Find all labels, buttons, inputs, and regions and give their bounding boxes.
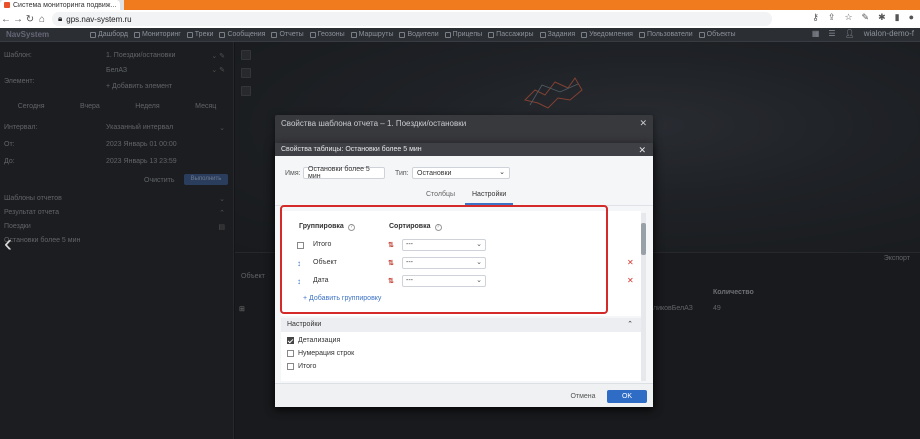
nav-item[interactable]: Прицепы [444,31,483,38]
name-label: Имя: [285,170,301,177]
nav-icon [90,31,96,38]
main-nav: Дашборд Мониторинг Треки Сообщения Отчеты Гео… [90,31,742,38]
setting-row[interactable]: Нумерация строк [287,350,354,357]
setting-row[interactable]: Итого [287,363,316,370]
nav-icon [444,31,451,38]
nav-item-label: Водители [407,31,439,38]
settings-header-label: Настройки [287,321,322,328]
back-icon[interactable]: ← [0,14,12,25]
tab-settings[interactable]: Настройки [472,191,506,198]
grouping-highlight-box [280,205,608,314]
nav-item[interactable]: Мониторинг [133,31,181,38]
dialog-title: Свойства таблицы: Остановки более 5 мин [275,143,653,156]
url-text: gps.nav-system.ru [66,14,132,24]
cancel-button[interactable]: Отмена [563,390,603,403]
chevron-left-icon[interactable]: ‹ [4,230,12,258]
close-icon[interactable]: ✕ [639,118,647,129]
nav-item-label: Треки [194,31,214,38]
outer-dialog-title: Свойства шаблона отчета – 1. Поездки/ост… [281,118,467,128]
setting-row[interactable]: Детализация [287,337,340,344]
nav-icon [219,31,226,38]
nav-item[interactable]: Пользователи [638,31,693,38]
username[interactable]: wialon-demo-f [864,29,914,38]
setting-checkbox[interactable] [287,337,294,344]
key-icon[interactable]: ⚷ [812,12,819,23]
nav-item-label: Объекты [706,31,736,38]
nav-item[interactable]: Объекты [698,31,736,38]
share-icon[interactable]: ⇪ [828,12,836,23]
nav-item-label: Уведомления [589,31,633,38]
nav-item-label: Мониторинг [141,31,181,38]
nav-icon [539,31,546,38]
nav-item[interactable]: Сообщения [219,31,265,38]
setting-label: Итого [298,363,317,370]
nav-item[interactable]: Отчеты [271,31,304,38]
nav-item-label: Дашборд [98,31,128,38]
nav-item-label: Пассажиры [496,31,534,38]
setting-checkbox[interactable] [287,363,294,370]
app-toolbar: NavSystem Дашборд Мониторинг Треки Сообщени… [0,28,920,42]
name-input[interactable]: Остановки более 5 мин [303,166,385,180]
nav-icon [186,31,193,38]
nav-item-label: Сообщения [227,31,266,38]
type-value: Остановки [417,169,452,177]
home-icon[interactable]: ⌂ [36,14,48,25]
nav-item-label: Пользователи [646,31,693,38]
nav-item-label: Задания [547,31,576,38]
browser-tab-strip [124,0,920,10]
nav-icon [271,31,278,38]
tab-columns[interactable]: Столбцы [426,191,455,198]
chevron-up-icon[interactable]: ⌃ [627,318,633,332]
settings-header[interactable]: Настройки ⌃ [281,318,641,332]
nav-item[interactable]: Задания [539,31,576,38]
ok-button[interactable]: OK [607,390,647,403]
nav-item[interactable]: Треки [186,31,214,38]
nav-icon [698,31,705,38]
setting-label: Нумерация строк [298,350,355,357]
tab-title: Система мониторинга подвиж... [13,1,117,9]
nav-icon [309,31,316,38]
nav-item-label: Геозоны [317,31,345,38]
nav-icon [133,31,140,38]
nav-item-label: Маршруты [358,31,394,38]
nav-icon [399,31,406,38]
nav-icon [581,31,588,38]
close-icon[interactable]: ✕ [638,145,646,156]
nav-item-label: Прицепы [452,31,483,38]
star-icon[interactable]: ☆ [844,12,852,23]
nav-item[interactable]: Пассажиры [488,31,534,38]
nav-item[interactable]: Маршруты [350,31,394,38]
scrollbar-thumb[interactable] [641,223,646,255]
chevron-down-icon: ⌄ [499,169,505,176]
delete-icon[interactable]: ✕ [627,276,634,285]
puzzle-icon[interactable]: ✱ [878,12,886,23]
favicon-icon [4,2,10,8]
nav-icon [488,31,495,38]
reload-icon[interactable]: ↻ [24,14,36,25]
app-logo: NavSystem [6,30,50,39]
browser-tab[interactable]: Система мониторинга подвиж... [0,0,120,10]
delete-icon[interactable]: ✕ [627,258,634,267]
nav-item[interactable]: Водители [399,31,439,38]
type-select[interactable]: Остановки ⌄ [412,167,510,179]
list-icon[interactable]: ☰ [828,29,835,38]
nav-item[interactable]: Уведомления [581,31,633,38]
url-field[interactable]: 🔒︎ gps.nav-system.ru [52,12,772,26]
setting-label: Детализация [298,337,341,344]
address-bar-row: ← → ↻ ⌂ 🔒︎ gps.nav-system.ru ⚷ ⇪ ☆ ✎ ✱ ▮ ● [0,10,920,28]
sidebar-icon[interactable]: ▮ [895,12,900,23]
nav-icon [638,31,645,38]
nav-icon [350,31,357,38]
nav-item[interactable]: Геозоны [309,31,345,38]
grid-icon[interactable]: ▦ [812,29,820,38]
user-icon[interactable]: 👤︎ [845,29,855,38]
nav-item-label: Отчеты [279,31,304,38]
lock-icon: 🔒︎ [58,14,63,23]
forward-icon[interactable]: → [12,14,24,25]
nav-item[interactable]: Дашборд [90,31,128,38]
extension-icon[interactable]: ✎ [862,12,870,23]
type-label: Тип: [395,170,409,177]
profile-icon[interactable]: ● [909,12,914,23]
setting-checkbox[interactable] [287,350,294,357]
